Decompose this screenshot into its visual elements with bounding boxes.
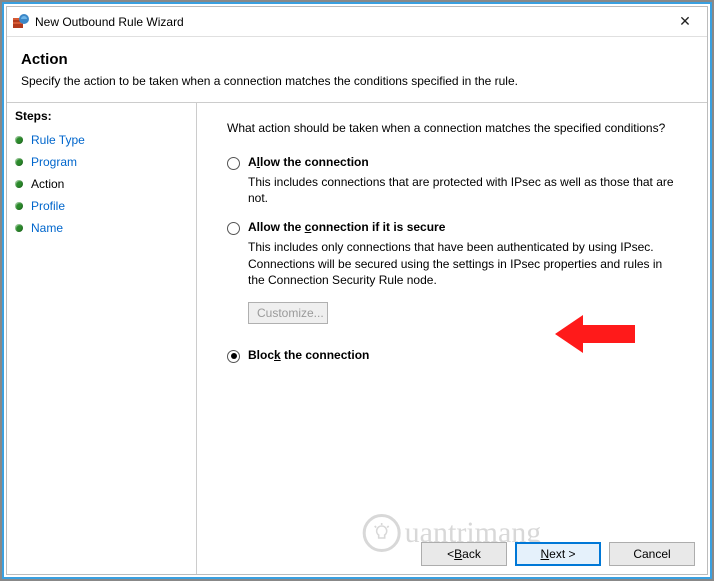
wizard-buttons: < Back Next > Cancel: [421, 542, 695, 566]
step-rule-type[interactable]: Rule Type: [15, 129, 188, 151]
action-prompt: What action should be taken when a conne…: [227, 121, 687, 135]
option-allow-secure-desc: This includes only connections that have…: [248, 239, 678, 288]
bullet-icon: [15, 202, 23, 210]
steps-heading: Steps:: [15, 109, 188, 123]
option-allow-desc: This includes connections that are prote…: [248, 174, 678, 206]
step-profile[interactable]: Profile: [15, 195, 188, 217]
radio-allow[interactable]: [227, 157, 240, 170]
step-label: Rule Type: [31, 133, 85, 147]
content-pane: What action should be taken when a conne…: [197, 103, 707, 574]
step-name[interactable]: Name: [15, 217, 188, 239]
cancel-button[interactable]: Cancel: [609, 542, 695, 566]
page-title: Action: [21, 51, 693, 68]
step-action: Action: [15, 173, 188, 195]
window-title: New Outbound Rule Wizard: [35, 15, 184, 29]
step-label: Program: [31, 155, 77, 169]
step-label: Name: [31, 221, 63, 235]
step-program[interactable]: Program: [15, 151, 188, 173]
bullet-icon: [15, 180, 23, 188]
step-label: Action: [31, 177, 64, 191]
radio-allow-secure[interactable]: [227, 222, 240, 235]
wizard-window: New Outbound Rule Wizard ✕ Action Specif…: [6, 6, 708, 575]
firewall-icon: [13, 14, 29, 30]
option-allow-label: Allow the connection: [248, 155, 369, 169]
close-button[interactable]: ✕: [663, 7, 707, 35]
bullet-icon: [15, 158, 23, 166]
bullet-icon: [15, 136, 23, 144]
annotation-arrow: [555, 313, 635, 355]
option-block-label: Block the connection: [248, 348, 369, 362]
radio-block[interactable]: [227, 350, 240, 363]
next-button[interactable]: Next >: [515, 542, 601, 566]
bulb-icon: [363, 514, 401, 552]
back-button[interactable]: < Back: [421, 542, 507, 566]
option-allow-secure[interactable]: Allow the connection if it is secure: [227, 220, 687, 235]
bullet-icon: [15, 224, 23, 232]
steps-pane: Steps: Rule Type Program Action Profile Name: [7, 103, 197, 574]
option-allow-secure-label: Allow the connection if it is secure: [248, 220, 445, 234]
titlebar[interactable]: New Outbound Rule Wizard ✕: [7, 7, 707, 37]
step-label: Profile: [31, 199, 65, 213]
customize-button: Customize...: [248, 302, 328, 324]
option-allow[interactable]: Allow the connection: [227, 155, 687, 170]
page-subtitle: Specify the action to be taken when a co…: [21, 74, 693, 88]
close-icon: ✕: [679, 13, 691, 30]
wizard-header: Action Specify the action to be taken wh…: [7, 37, 707, 102]
